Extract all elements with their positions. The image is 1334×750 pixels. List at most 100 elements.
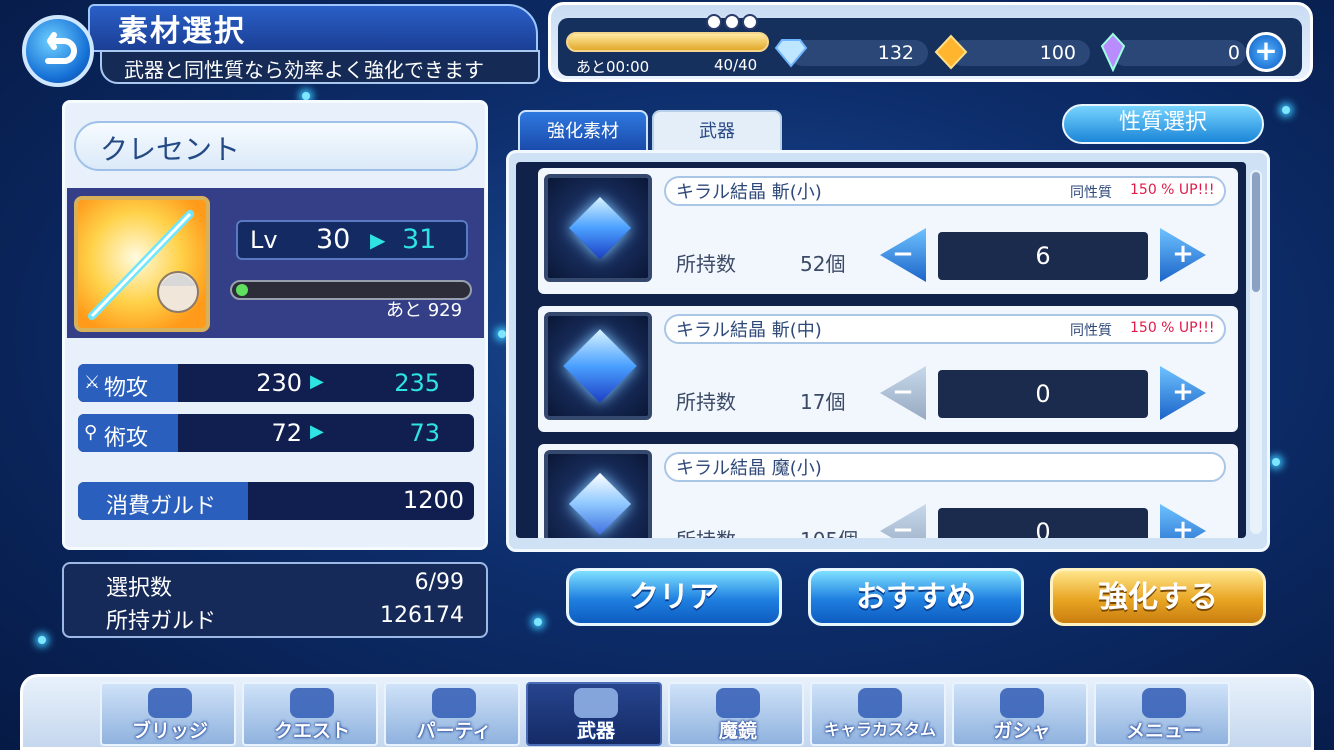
custom-icon (858, 688, 902, 718)
selected-count-label: 選択数 (106, 576, 173, 601)
clear-button[interactable]: クリア (566, 568, 782, 626)
cost-value: 1200 (402, 486, 464, 514)
owned-label: 所持数 (676, 390, 736, 414)
weapon-icon (574, 688, 618, 718)
nav-label: 魔鏡 (718, 720, 757, 742)
character-name: クレセント (100, 133, 241, 166)
nav-label: パーティ (416, 720, 492, 742)
gem-shape (568, 196, 632, 260)
level-current: 30 (316, 224, 351, 255)
nav-item-party[interactable]: パーティ (384, 682, 520, 746)
decrease-button[interactable]: − (880, 504, 926, 538)
nav-label: ガシャ (993, 720, 1051, 742)
stat-label: 術攻 (104, 426, 149, 451)
stamina-dot-icon (724, 14, 740, 30)
sparkle-effect (1282, 106, 1290, 114)
owned-count: 52個 (800, 252, 846, 276)
material-item[interactable]: キラル結晶 斬(小) 同性質 150 % UP!!! 所持数 52個 − 6 + (538, 168, 1238, 294)
same-trait-label: 同性質 (1070, 185, 1112, 201)
nav-item-gacha[interactable]: ガシャ (952, 682, 1088, 746)
stat-current: 72 (271, 419, 302, 447)
level-next: 31 (402, 224, 437, 255)
stat-row-magic-attack: ⚲ 術攻 72 ▶ 73 (78, 414, 474, 452)
stamina-timer: あと00:00 (576, 58, 650, 76)
bridge-icon (148, 688, 192, 718)
party-icon (432, 688, 476, 718)
sparkle-effect (1272, 458, 1280, 466)
cost-label: 消費ガルド (106, 494, 217, 519)
back-arrow-icon (45, 32, 77, 64)
nav-label: メニュー (1125, 720, 1202, 742)
item-name: キラル結晶 魔(小) (676, 458, 822, 479)
quantity-field[interactable]: 0 (938, 370, 1148, 418)
sparkle-effect (302, 92, 310, 100)
arrow-right-icon: ▶ (370, 228, 386, 252)
crystal-icon (544, 450, 652, 538)
stamina-count: 40/40 (714, 56, 758, 74)
increase-button[interactable]: + (1160, 228, 1206, 282)
arrow-right-icon: ▶ (310, 421, 324, 442)
material-item[interactable]: キラル結晶 斬(中) 同性質 150 % UP!!! 所持数 17個 − 0 + (538, 306, 1238, 432)
sparkle-effect (38, 636, 46, 644)
nav-label: 武器 (576, 720, 615, 742)
nav-item-menu[interactable]: メニュー (1094, 682, 1230, 746)
weapon-portrait (74, 196, 210, 332)
same-trait-label: 同性質 (1070, 323, 1112, 339)
decrease-button[interactable]: − (880, 366, 926, 420)
increase-button[interactable]: + (1160, 366, 1206, 420)
stamina-dot-filled-icon (706, 14, 722, 30)
stat-next: 235 (394, 369, 440, 397)
back-button[interactable] (22, 15, 94, 87)
nav-item-bridge[interactable]: ブリッジ (100, 682, 236, 746)
item-name: キラル結晶 斬(中) (676, 320, 822, 341)
enhance-button[interactable]: 強化する (1050, 568, 1266, 626)
stat-row-physical-attack: ⚔ 物攻 230 ▶ 235 (78, 364, 474, 402)
tab-enhance-material[interactable]: 強化素材 (518, 110, 648, 152)
decrease-button[interactable]: − (880, 228, 926, 282)
crystal-icon (544, 174, 652, 282)
stamina-bar (566, 32, 769, 52)
exp-remaining: あと 929 (386, 300, 463, 321)
bonus-label: 150 % UP!!! (1130, 320, 1215, 336)
nav-item-mirror[interactable]: 魔鏡 (668, 682, 804, 746)
recommend-button[interactable]: おすすめ (808, 568, 1024, 626)
mirror-icon (716, 688, 760, 718)
bonus-label: 150 % UP!!! (1130, 182, 1215, 198)
tab-weapon[interactable]: 武器 (652, 110, 782, 152)
diamond-gem-icon (774, 39, 808, 68)
exp-bar-fill (236, 284, 248, 296)
nav-item-chara-custom[interactable]: キャラカスタム (810, 682, 946, 746)
rainbow-crystal-count: 0 (1227, 42, 1240, 64)
nav-label: ブリッジ (131, 720, 208, 742)
page-subtitle: 武器と同性質なら効率よく強化できます (124, 58, 484, 82)
sword-icon (88, 210, 199, 320)
increase-button[interactable]: + (1160, 504, 1206, 538)
nav-item-weapon[interactable]: 武器 (526, 682, 662, 746)
arrow-right-icon: ▶ (310, 371, 324, 392)
stamina-dot-icon (742, 14, 758, 30)
airship-icon (290, 688, 334, 718)
crystal-icon (544, 312, 652, 420)
sparkle-effect (498, 330, 506, 338)
owned-label: 所持数 (676, 252, 736, 276)
material-list[interactable]: キラル結晶 斬(小) 同性質 150 % UP!!! 所持数 52個 − 6 +… (516, 162, 1246, 538)
level-label: Lv (250, 226, 278, 254)
trait-select-button[interactable]: 性質選択 (1062, 104, 1264, 144)
wand-icon: ⚲ (84, 422, 98, 443)
gem-shape (568, 472, 632, 536)
orange-crystal-count: 100 (1039, 42, 1076, 64)
material-item[interactable]: キラル結晶 魔(小) 所持数 105個 − 0 + (538, 444, 1238, 538)
quantity-field[interactable]: 0 (938, 508, 1148, 538)
stat-current: 230 (256, 369, 302, 397)
nav-label: クエスト (273, 720, 350, 742)
nav-label: キャラカスタム (823, 720, 936, 739)
owned-gald-label: 所持ガルド (106, 609, 217, 634)
gacha-icon (1000, 688, 1044, 718)
nav-item-quest[interactable]: クエスト (242, 682, 378, 746)
owned-count: 105個 (800, 524, 858, 538)
quantity-field[interactable]: 6 (938, 232, 1148, 280)
add-currency-button[interactable]: + (1246, 32, 1286, 72)
scrollbar-thumb[interactable] (1252, 172, 1260, 292)
item-name: キラル結晶 斬(小) (676, 182, 822, 203)
stat-next: 73 (409, 419, 440, 447)
